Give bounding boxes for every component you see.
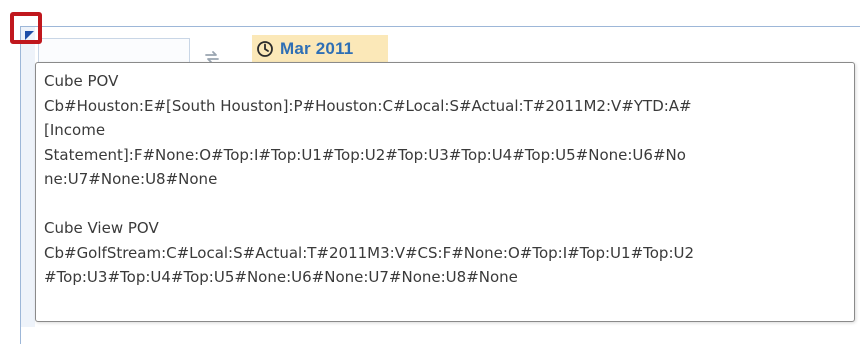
cube-pov-line: [Income [44, 121, 106, 139]
cube-pov-line: Cb#Houston:E#[South Houston]:P#Houston:C… [44, 96, 692, 115]
time-column-header[interactable]: Mar 2011 [252, 35, 388, 63]
pov-tooltip: Cube POV Cb#Houston:E#[South Houston]:P#… [35, 62, 855, 322]
cube-view-pov-title: Cube View POV [44, 219, 159, 237]
row-gutter [21, 27, 35, 327]
grid-top-border [20, 26, 860, 27]
cube-pov-line: Statement]:F#None:O#Top:I#Top:U1#Top:U2#… [44, 145, 686, 164]
corner-indicator-icon[interactable] [22, 28, 40, 46]
time-period-label: Mar 2011 [280, 39, 354, 58]
cube-view-pov-line: #Top:U3#Top:U4#Top:U5#None:U6#None:U7#No… [44, 268, 518, 286]
cube-pov-title: Cube POV [44, 72, 119, 90]
cube-pov-line: ne:U7#None:U8#None [44, 170, 218, 188]
cube-view-pov-line: Cb#GolfStream:C#Local:S#Actual:T#2011M3:… [44, 243, 695, 262]
clock-icon [256, 40, 274, 58]
